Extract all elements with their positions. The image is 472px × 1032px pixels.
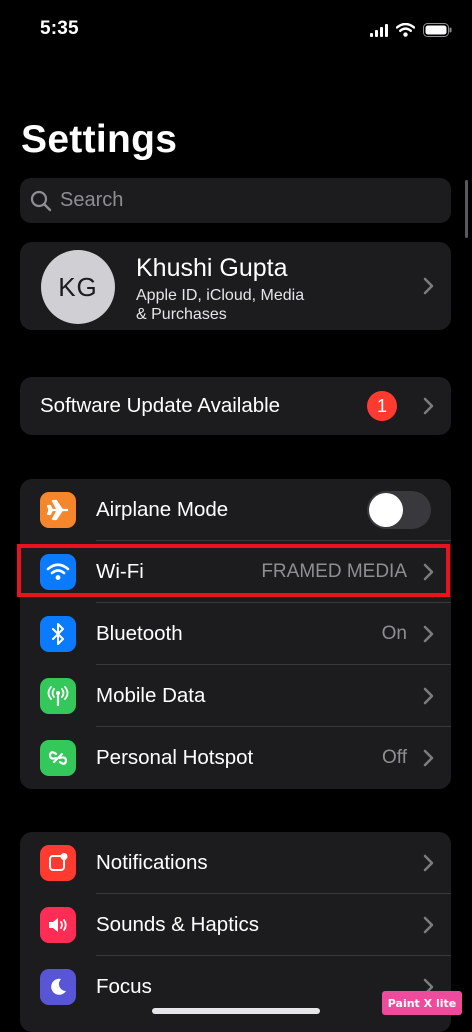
connectivity-group: Airplane Mode Wi-Fi FRAMED MEDIA Bluetoo…: [20, 479, 451, 789]
software-update-label: Software Update Available: [40, 394, 281, 417]
wifi-network-value: FRAMED MEDIA: [261, 561, 407, 582]
profile-name: Khushi Gupta: [136, 254, 288, 282]
cellular-signal-icon: [370, 23, 388, 37]
wifi-row[interactable]: Wi-Fi FRAMED MEDIA: [20, 541, 451, 603]
sounds-haptics-row[interactable]: Sounds & Haptics: [20, 894, 451, 956]
hotspot-icon: [40, 740, 76, 776]
focus-label: Focus: [96, 975, 152, 998]
mobile-data-row[interactable]: Mobile Data: [20, 665, 451, 727]
chevron-right-icon: [423, 397, 434, 415]
airplane-icon: [40, 492, 76, 528]
home-indicator[interactable]: [152, 1008, 320, 1014]
chevron-right-icon: [423, 854, 434, 872]
chevron-right-icon: [423, 625, 434, 643]
bluetooth-label: Bluetooth: [96, 622, 183, 645]
personal-hotspot-row[interactable]: Personal Hotspot Off: [20, 727, 451, 789]
notifications-label: Notifications: [96, 851, 208, 874]
chevron-right-icon: [423, 916, 434, 934]
bell-icon: [40, 845, 76, 881]
status-icons: [370, 20, 452, 40]
software-update-row[interactable]: Software Update Available 1: [20, 377, 451, 435]
chevron-right-icon: [423, 749, 434, 767]
wifi-status-icon: [396, 23, 415, 37]
search-placeholder: Search: [60, 189, 124, 211]
chevron-right-icon: [423, 687, 434, 705]
personal-hotspot-label: Personal Hotspot: [96, 746, 254, 769]
moon-icon: [40, 969, 76, 1005]
notifications-row[interactable]: Notifications: [20, 832, 451, 894]
wifi-label: Wi-Fi: [96, 560, 144, 583]
bluetooth-status-value: On: [381, 623, 407, 644]
search-field[interactable]: Search: [20, 178, 451, 223]
page-title: Settings: [21, 118, 178, 161]
chevron-right-icon: [423, 563, 434, 581]
bluetooth-row[interactable]: Bluetooth On: [20, 603, 451, 665]
airplane-mode-toggle[interactable]: [367, 491, 431, 529]
scroll-indicator[interactable]: [465, 180, 468, 238]
antenna-icon: [40, 678, 76, 714]
profile-subtitle-line1: Apple ID, iCloud, Media: [136, 287, 305, 304]
wifi-icon: [40, 554, 76, 590]
paint-x-lite-watermark: Paint X lite: [382, 991, 462, 1015]
battery-icon: [423, 23, 452, 37]
speaker-icon: [40, 907, 76, 943]
toggle-knob: [369, 493, 403, 527]
status-time: 5:35: [40, 18, 79, 39]
sounds-haptics-label: Sounds & Haptics: [96, 913, 259, 936]
hotspot-status-value: Off: [382, 747, 407, 768]
airplane-mode-label: Airplane Mode: [96, 498, 229, 521]
avatar: KG: [41, 250, 115, 324]
chevron-right-icon: [423, 277, 434, 295]
profile-subtitle: Apple ID, iCloud, Media & Purchases: [136, 286, 356, 324]
airplane-mode-row: Airplane Mode: [20, 479, 451, 541]
profile-subtitle-line2: & Purchases: [136, 306, 227, 323]
apple-id-profile-row[interactable]: KG Khushi Gupta Apple ID, iCloud, Media …: [20, 242, 451, 330]
search-icon: [30, 190, 52, 211]
bluetooth-icon: [40, 616, 76, 652]
update-badge: 1: [367, 391, 397, 421]
status-bar: 5:35: [0, 0, 472, 60]
mobile-data-label: Mobile Data: [96, 684, 206, 707]
